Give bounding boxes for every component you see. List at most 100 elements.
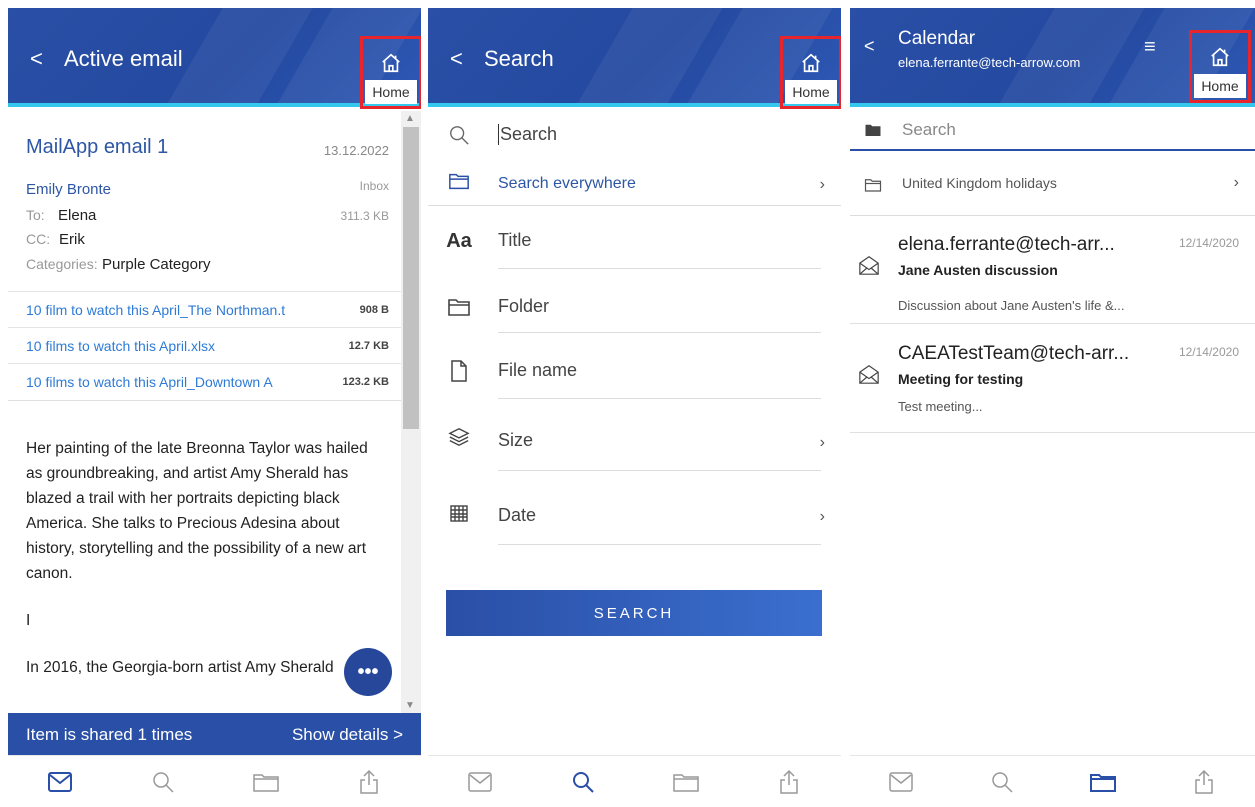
back-button[interactable]: <: [30, 46, 43, 72]
list-item[interactable]: elena.ferrante@tech-arr... 12/14/2020 Ja…: [850, 216, 1255, 324]
back-button[interactable]: <: [864, 36, 875, 57]
text-icon: Aa: [446, 229, 472, 252]
share-icon[interactable]: [349, 762, 389, 802]
field-folder-label: Folder: [498, 296, 550, 316]
message-preview: Discussion about Jane Austen's life &...: [898, 298, 1125, 313]
mail-icon[interactable]: [881, 762, 921, 802]
attachment-size: 12.7 KB: [348, 340, 389, 352]
cc-row: CC: Erik: [26, 231, 85, 249]
cc-value: Erik: [59, 231, 85, 248]
attachment-name: 10 films to watch this April.xlsx: [26, 338, 216, 354]
field-size[interactable]: Size ›: [428, 418, 841, 478]
home-icon: [363, 43, 419, 83]
chevron-right-icon: ›: [819, 508, 825, 525]
message-sender: CAEATestTeam@tech-arr...: [898, 343, 1130, 364]
home-button[interactable]: Home: [1189, 30, 1251, 103]
folder-icon[interactable]: [1083, 762, 1123, 802]
chevron-right-icon: ›: [1233, 174, 1239, 191]
search-input[interactable]: Search: [498, 124, 557, 145]
email-subject: MailApp email 1: [26, 136, 169, 158]
field-folder[interactable]: Folder: [428, 288, 841, 348]
email-body: Her painting of the late Breonna Taylor …: [26, 436, 386, 680]
home-button[interactable]: Home: [780, 36, 841, 109]
search-icon[interactable]: [563, 762, 603, 802]
field-date[interactable]: Date ›: [428, 492, 841, 552]
mail-icon[interactable]: [40, 762, 80, 802]
folder-icon[interactable]: [246, 762, 286, 802]
search-scope[interactable]: Search everywhere ›: [428, 160, 841, 206]
body-paragraph: Her painting of the late Breonna Taylor …: [26, 440, 368, 582]
field-size-label: Size: [498, 430, 534, 450]
home-label: Home: [785, 80, 837, 104]
attachment-item[interactable]: 10 film to watch this April_The Northman…: [8, 291, 401, 327]
folder-icon: [860, 172, 886, 198]
more-actions-button[interactable]: •••: [344, 648, 392, 696]
message-subject: Meeting for testing: [898, 371, 1024, 387]
list-item[interactable]: CAEATestTeam@tech-arr... 12/14/2020 Meet…: [850, 325, 1255, 433]
home-label: Home: [1194, 74, 1246, 98]
attachment-name: 10 films to watch this April_Downtown A: [26, 374, 273, 390]
file-icon: [446, 358, 472, 384]
field-title-label: Title: [498, 230, 532, 250]
calendar-folder-name: United Kingdom holidays: [902, 175, 1057, 191]
share-bar: Item is shared 1 times Show details >: [8, 713, 421, 757]
search-button[interactable]: SEARCH: [446, 590, 822, 636]
attachment-item[interactable]: 10 films to watch this April_Downtown A …: [8, 363, 401, 399]
home-icon: [783, 43, 839, 83]
scroll-down-arrow[interactable]: ▼: [405, 700, 415, 711]
back-button[interactable]: <: [450, 46, 463, 72]
mail-icon[interactable]: [460, 762, 500, 802]
calendar-folder-row[interactable]: United Kingdom holidays ›: [850, 158, 1255, 216]
show-details-link[interactable]: Show details >: [292, 725, 403, 745]
to-label: To:: [26, 207, 45, 223]
categories-row: Categories: Purple Category: [26, 256, 210, 274]
envelope-open-icon: [858, 254, 880, 281]
bottom-nav: [428, 755, 841, 807]
folder-icon: [446, 168, 472, 194]
field-title[interactable]: Aa Title: [428, 222, 841, 282]
message-date: 12/14/2020: [1178, 236, 1239, 250]
scrollbar-thumb[interactable]: [403, 127, 419, 429]
email-folder: Inbox: [359, 179, 389, 193]
layers-icon: [446, 424, 472, 450]
search-icon: [446, 122, 472, 148]
attachment-name: 10 film to watch this April_The Northman…: [26, 302, 286, 318]
email-panel: < Active email Home MailApp email 1 13.1…: [8, 8, 421, 807]
message-preview: Test meeting...: [898, 399, 983, 414]
search-panel: < Search Home Search Search everywhere ›…: [428, 8, 841, 807]
email-size: 311.3 KB: [340, 209, 389, 223]
page-title: Search: [484, 46, 554, 71]
search-input-row[interactable]: Search: [850, 111, 1255, 151]
message-date: 12/14/2020: [1178, 345, 1239, 359]
field-date-label: Date: [498, 505, 537, 525]
header-accent-line: [850, 103, 1255, 107]
search-icon[interactable]: [982, 762, 1022, 802]
scrollbar[interactable]: ▲ ▼: [401, 111, 421, 713]
bottom-nav: [8, 755, 421, 807]
share-icon[interactable]: [769, 762, 809, 802]
scroll-up-arrow[interactable]: ▲: [405, 113, 415, 124]
message-subject: Jane Austen discussion: [898, 262, 1058, 278]
search-input[interactable]: Search: [902, 120, 956, 140]
email-sender[interactable]: Emily Bronte: [26, 181, 111, 198]
page-title: Active email: [64, 46, 183, 71]
home-button[interactable]: Home: [360, 36, 421, 109]
attachment-size: 908 B: [359, 304, 389, 316]
home-label: Home: [365, 80, 417, 104]
home-icon: [1192, 37, 1248, 77]
email-date: 13.12.2022: [323, 143, 389, 158]
search-input-row[interactable]: Search: [428, 114, 841, 154]
share-icon[interactable]: [1184, 762, 1224, 802]
attachment-size: 123.2 KB: [342, 376, 389, 388]
attachment-item[interactable]: 10 films to watch this April.xlsx 12.7 K…: [8, 327, 401, 363]
folder-icon[interactable]: [666, 762, 706, 802]
field-filename[interactable]: File name: [428, 354, 841, 414]
menu-icon[interactable]: ≡: [1144, 36, 1156, 59]
search-scope-label: Search everywhere: [498, 175, 636, 192]
search-icon[interactable]: [143, 762, 183, 802]
account-email: elena.ferrante@tech-arrow.com: [898, 55, 1081, 70]
field-filename-label: File name: [498, 360, 578, 380]
categories-value: Purple Category: [102, 256, 211, 273]
envelope-open-icon: [858, 363, 880, 390]
categories-label: Categories:: [26, 256, 98, 272]
